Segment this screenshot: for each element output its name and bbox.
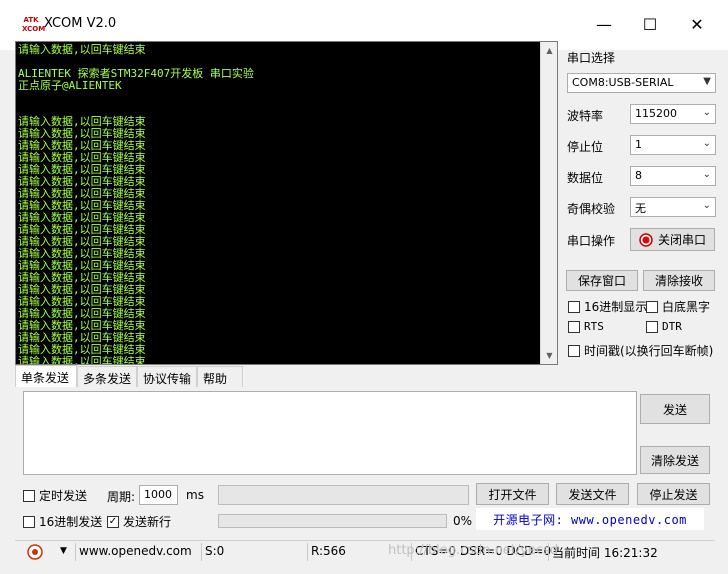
file-path-field[interactable] [218,485,469,505]
hex-send-checkbox[interactable]: 16进制发送 [23,513,102,530]
send-button[interactable]: 发送 [640,394,710,424]
chevron-down-icon: ⌄ [702,138,711,149]
checkbox-box [568,320,580,333]
record-icon [639,232,653,247]
stop-bits-label: 停止位 [567,140,604,154]
checkbox-box [568,300,580,313]
watermark: http://blog.csdn.net/yecsd [388,543,559,558]
data-bits-label: 数据位 [567,171,604,185]
hex-display-label: 16进制显示 [584,300,648,314]
white-black-label: 白底黑字 [662,300,711,314]
scroll-down-icon[interactable]: ▼ [541,347,557,364]
window-title: XCOM V2.0 [44,16,117,31]
stop-bits-select[interactable]: 1 ⌄ [630,135,716,155]
period-input[interactable]: 1000 [139,485,178,505]
status-sent: S:0 [205,544,225,558]
period-unit: ms [186,488,204,502]
scroll-up-icon[interactable]: ▲ [541,42,557,59]
console-text: 请输入数据,以回车键结束 ALIENTEK 探索者STM32F407开发板 串口… [18,43,254,365]
status-time: 当前时间 16:21:32 [552,546,658,560]
stop-send-button[interactable]: 停止发送 [637,483,710,505]
dtr-checkbox[interactable]: DTR [646,320,682,333]
hex-display-checkbox[interactable]: 16进制显示 [568,298,647,315]
parity-select[interactable]: 无 ⌄ [630,197,716,217]
status-separator [307,543,308,561]
tab-single-send[interactable]: 单条发送 [15,365,77,387]
timed-send-checkbox[interactable]: 定时发送 [23,487,87,504]
baud-select[interactable]: 115200 ⌄ [630,104,716,124]
save-window-button[interactable]: 保存窗口 [566,270,638,291]
hex-send-label: 16进制发送 [39,515,103,529]
port-op-label: 串口操作 [567,234,616,248]
send-progress-bar [218,514,447,528]
white-black-checkbox[interactable]: 白底黑字 [646,298,710,315]
clear-send-button[interactable]: 清除发送 [640,446,710,474]
check-icon: ✓ [107,515,119,528]
port-label: 串口选择 [567,51,616,65]
open-file-button[interactable]: 打开文件 [476,483,549,505]
checkbox-box [23,489,35,502]
timestamp-checkbox[interactable]: 时间戳(以换行回车断帧) [568,342,713,359]
send-newline-label: 发送新行 [123,515,172,529]
checkbox-box [568,344,580,357]
console-scrollbar[interactable]: ▲ ▼ [540,42,557,364]
checkbox-box [646,320,658,333]
port-value: COM8:USB-SERIAL [572,76,674,89]
close-port-label: 关闭串口 [657,233,706,247]
period-label: 周期: [107,490,136,504]
rts-label: RTS [584,320,604,333]
status-bar: ▼ www.openedv.com S:0 R:566 CTS=0 DSR=0 … [15,540,715,562]
baud-label: 波特率 [567,109,604,123]
tab-protocol[interactable]: 协议传输 [137,366,197,387]
dropdown-icon[interactable]: ▼ [60,546,67,556]
tab-help[interactable]: 帮助 [197,366,243,387]
stop-bits-value: 1 [635,138,642,151]
close-port-button[interactable]: 关闭串口 [630,228,715,251]
tab-multi-send[interactable]: 多条发送 [77,366,137,387]
app-logo-icon: ATK XCOM [22,16,46,33]
chevron-down-icon: ▼ [703,76,711,87]
send-newline-checkbox[interactable]: ✓ 发送新行 [107,513,171,530]
chevron-down-icon: ⌄ [702,169,711,180]
timed-send-label: 定时发送 [39,489,88,503]
send-file-button[interactable]: 发送文件 [556,483,629,505]
status-received: R:566 [311,544,346,558]
checkbox-box [646,300,658,313]
progress-percent: 0% [453,514,473,528]
chevron-down-icon: ⌄ [702,200,711,211]
receive-console[interactable]: 请输入数据,以回车键结束 ALIENTEK 探索者STM32F407开发板 串口… [15,41,558,365]
chevron-down-icon: ⌄ [702,107,711,118]
settings-icon[interactable] [27,544,43,560]
checkbox-box [23,515,35,528]
maximize-button[interactable]: ☐ [630,10,670,38]
dtr-label: DTR [662,320,682,333]
timestamp-label: 时间戳(以换行回车断帧) [584,344,714,358]
parity-value: 无 [635,202,646,215]
clear-receive-button[interactable]: 清除接收 [643,270,715,291]
parity-label: 奇偶校验 [567,202,616,216]
status-separator [201,543,202,561]
port-select[interactable]: COM8:USB-SERIAL ▼ [567,73,716,93]
send-input[interactable] [23,391,637,475]
close-button[interactable]: ✕ [677,10,717,38]
status-separator [75,543,76,561]
data-bits-select[interactable]: 8 ⌄ [630,166,716,186]
status-url[interactable]: www.openedv.com [79,544,192,558]
rts-checkbox[interactable]: RTS [568,320,604,333]
minimize-button[interactable]: — [584,10,624,38]
baud-value: 115200 [635,107,677,120]
promo-link[interactable]: 开源电子网: www.openedv.com [476,508,704,530]
data-bits-value: 8 [635,169,642,182]
